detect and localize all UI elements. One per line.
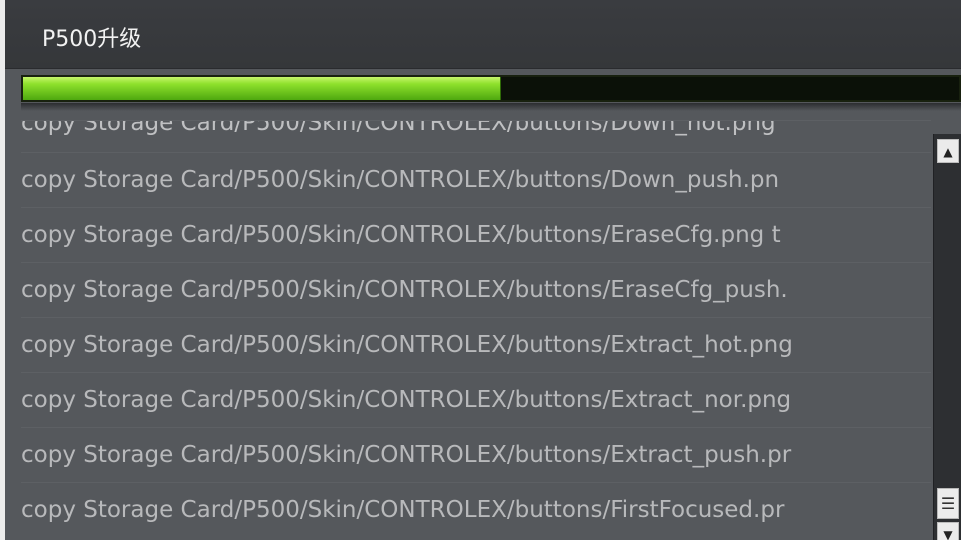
log-line: copy Storage Card/P500/Skin/CONTROLEX/bu… — [21, 120, 931, 152]
window-title: P500升级 — [42, 27, 142, 52]
scrollbar-thumb[interactable]: ☰ — [937, 488, 959, 519]
title-bar: P500升级 — [5, 0, 961, 69]
log-line: copy Storage Card/P500/Skin/CONTROLEX/bu… — [21, 317, 931, 372]
upgrade-progress-bar — [21, 75, 961, 102]
log-line: copy Storage Card/P500/Skin/CONTROLEX/bu… — [21, 372, 931, 427]
progress-bar-shadow — [21, 103, 961, 111]
grip-lines-icon: ☰ — [940, 494, 956, 513]
log-line: copy Storage Card/P500/Skin/CONTROLEX/bu… — [21, 482, 931, 537]
upgrade-log: copy Storage Card/P500/Skin/CONTROLEX/bu… — [21, 120, 931, 540]
log-line: copy Storage Card/P500/Skin/CONTROLEX/bu… — [21, 207, 931, 262]
log-line: copy Storage Card/P500/Skin/CONTROLEX/bu… — [21, 427, 931, 482]
log-line: copy Storage Card/P500/Skin/CONTROLEX/bu… — [21, 152, 931, 207]
scroll-down-button[interactable]: ▼ — [937, 522, 959, 540]
log-line: copy Storage Card/P500/Skin/CONTROLEX/bu… — [21, 262, 931, 317]
arrow-up-icon: ▲ — [943, 145, 953, 159]
arrow-down-icon: ▼ — [943, 528, 953, 540]
log-vertical-scrollbar[interactable]: ▲ ☰ ▼ — [933, 134, 961, 540]
upgrade-window: P500升级 copy Storage Card/P500/Skin/CONTR… — [0, 0, 961, 540]
scroll-up-button[interactable]: ▲ — [937, 139, 959, 163]
progress-fill — [23, 77, 502, 100]
